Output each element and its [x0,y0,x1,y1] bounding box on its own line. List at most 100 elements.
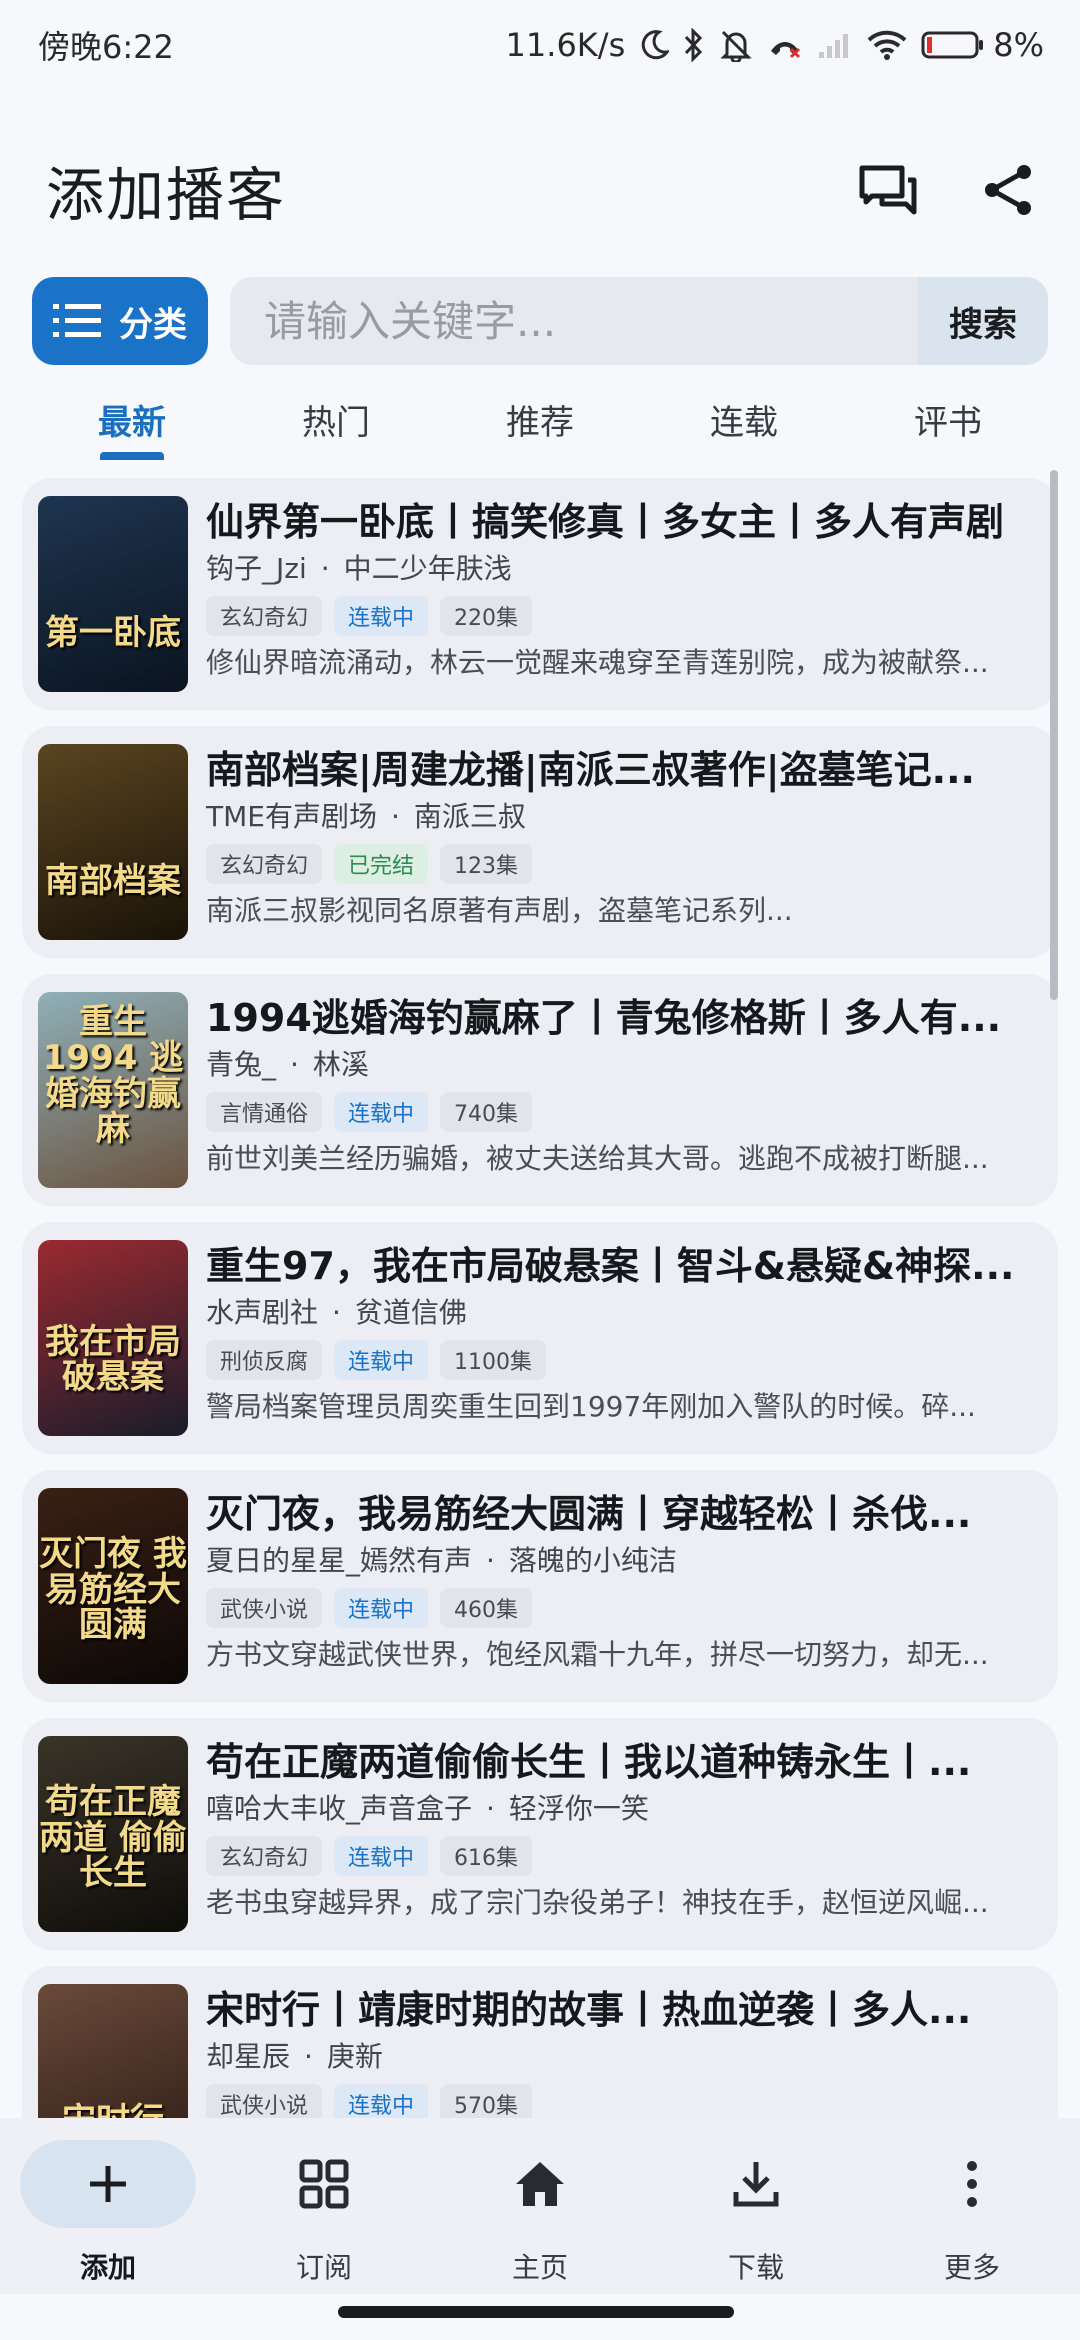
separator-dot: · [486,1544,495,1577]
cover-title-art: 南部档案 [45,861,181,902]
podcast-description: 修仙界暗流涌动，林云一觉醒来魂穿至青莲别院，成为被献祭... [206,646,989,679]
podcast-author: 贫道信佛 [354,1296,467,1329]
scrollbar-thumb[interactable] [1050,470,1058,1000]
call-blocked-icon [767,29,803,61]
podcast-card[interactable]: 重生1994 逃婚海钓赢麻 1994逃婚海钓赢麻了丨青兔修格斯丨多人有... 青兔_… [22,974,1058,1206]
podcast-title: 重生97，我在市局破悬案丨智斗&悬疑&神探... [206,1244,1015,1288]
nav-plus[interactable]: 添加 [18,2140,198,2294]
cover-image: 第一卧底 [38,496,188,692]
nav-more-vertical[interactable]: 更多 [882,2140,1062,2294]
genre-tag: 玄幻奇幻 [206,596,323,636]
genre-tag: 武侠小说 [206,2084,323,2118]
podcast-author: 轻浮你一笑 [508,1792,649,1825]
podcast-author: 庚新 [326,2040,383,2073]
podcast-info: 1994逃婚海钓赢麻了丨青兔修格斯丨多人有... 青兔_ · 林溪 言情通俗 连载中 740… [206,992,1036,1188]
nav-download[interactable]: 下载 [666,2140,846,2294]
podcast-meta: 青兔_ · 林溪 [206,1044,1036,1086]
podcast-meta: TME有声剧场 · 南派三叔 [206,796,1036,838]
category-button[interactable]: 分类 [32,277,208,365]
mute-bell-icon [719,28,753,62]
podcast-title: 宋时行丨靖康时期的故事丨热血逆袭丨多人... [206,1988,972,2032]
podcast-author: 南派三叔 [413,800,526,833]
podcast-description: 警局档案管理员周奕重生回到1997年刚加入警队的时候。碎... [206,1390,976,1423]
tab-3[interactable]: 连载 [642,378,846,460]
tab-bar: 最新 热门 推荐 连载 评书 [0,378,1080,460]
feedback-button[interactable] [856,158,920,222]
podcast-card[interactable]: 宋时行 宋时行丨靖康时期的故事丨热血逆袭丨多人... 却星辰 · 庚新武侠小说连载中 57… [22,1966,1058,2118]
nav-label: 订阅 [295,2251,352,2284]
podcast-info: 灭门夜，我易筋经大圆满丨穿越轻松丨杀伐... 夏日的星星_嫣然有声 · 落魄的小纯洁武… [206,1488,1036,1684]
status-tag: 连载中 [334,2084,429,2118]
podcast-host: 夏日的星星_嫣然有声 [206,1544,473,1577]
episode-count-tag: 220集 [440,596,533,636]
podcast-host: TME有声剧场 [206,800,377,833]
separator-dot: · [290,1048,299,1081]
cover-image: 南部档案 [38,744,188,940]
chat-icon [859,165,917,215]
search-button[interactable]: 搜索 [918,277,1048,365]
podcast-info: 仙界第一卧底丨搞笑修真丨多女主丨多人有声剧 钩子_Jzi · 中二少年肤浅 玄幻奇幻 连载… [206,496,1036,692]
status-tag: 已完结 [334,844,429,884]
podcast-author: 林溪 [312,1048,369,1081]
podcast-tags: 武侠小说 连载中 570集 [206,2084,1036,2118]
search-input[interactable] [230,277,918,365]
tab-1[interactable]: 热门 [234,378,438,460]
separator-dot: · [390,800,400,833]
podcast-info: 重生97，我在市局破悬案丨智斗&悬疑&神探... 水声剧社 · 贫道信佛 刑侦反腐 连载中… [206,1240,1036,1436]
tab-2[interactable]: 推荐 [438,378,642,460]
nav-label: 更多 [943,2251,1000,2284]
podcast-host: 却星辰 [206,2040,291,2073]
cover-image: 重生1994 逃婚海钓赢麻 [38,992,188,1188]
grid-icon [236,2140,412,2228]
podcast-title: 仙界第一卧底丨搞笑修真丨多女主丨多人有声剧 [206,500,1005,544]
podcast-author: 落魄的小纯洁 [508,1544,677,1577]
battery-icon [921,31,984,59]
podcast-tags: 武侠小说 连载中 460集 [206,1588,1036,1628]
separator-dot: · [332,1296,341,1329]
podcast-meta: 钩子_Jzi · 中二少年肤浅 [206,548,1036,590]
bluetooth-icon [683,28,705,62]
podcast-card[interactable]: 我在市局 破悬案 重生97，我在市局破悬案丨智斗&悬疑&神探... 水声剧社 · 贫道信… [22,1222,1058,1454]
battery-indicator: 8% [921,26,1044,64]
podcast-tags: 刑侦反腐 连载中 1100集 [206,1340,1036,1380]
cover-image: 宋时行 [38,1984,188,2118]
tab-0[interactable]: 最新 [30,378,234,460]
podcast-card[interactable]: 灭门夜 我易筋经大圆满 灭门夜，我易筋经大圆满丨穿越轻松丨杀伐... 夏日的星星_嫣… [22,1470,1058,1702]
podcast-description: 南派三叔影视同名原著有声剧，盗墓笔记系列... [206,894,793,927]
status-tag: 连载中 [334,1340,429,1380]
genre-tag: 刑侦反腐 [206,1340,323,1380]
podcast-host: 青兔_ [206,1048,277,1081]
share-button[interactable] [976,158,1040,222]
podcast-meta: 水声剧社 · 贫道信佛 [206,1292,1036,1334]
status-bar: 傍晚6:22 11.6K/s 8% [0,0,1080,90]
cover-title-art: 苟在正魔两道 偷偷长生 [39,1781,187,1894]
nav-label: 下载 [727,2251,784,2284]
nav-home[interactable]: 主页 [450,2140,630,2294]
more-vertical-icon [884,2140,1060,2228]
podcast-description: 方书文穿越武侠世界，饱经风霜十九年，拼尽一切努力，却无... [206,1638,989,1671]
cover-title-art: 重生1994 逃婚海钓赢麻 [42,1002,184,1150]
download-icon [668,2140,844,2228]
tab-4[interactable]: 评书 [846,378,1050,460]
genre-tag: 玄幻奇幻 [206,1836,323,1876]
podcast-description: 老书虫穿越异界，成了宗门杂役弟子！神技在手，赵恒逆风崛... [206,1886,989,1919]
category-label: 分类 [119,304,187,345]
search-row: 分类 搜索 [32,277,1048,365]
status-tag: 连载中 [334,1588,429,1628]
home-indicator[interactable] [338,2306,734,2318]
nav-grid[interactable]: 订阅 [234,2140,414,2294]
podcast-card[interactable]: 第一卧底 仙界第一卧底丨搞笑修真丨多女主丨多人有声剧 钩子_Jzi · 中二少年肤浅 玄幻… [22,478,1058,710]
genre-tag: 武侠小说 [206,1588,323,1628]
podcast-card[interactable]: 南部档案 南部档案|周建龙播|南派三叔著作|盗墓笔记... TME有声剧场 · 南派三叔… [22,726,1058,958]
cover-image: 苟在正魔两道 偷偷长生 [38,1736,188,1932]
podcast-meta: 嘻哈大丰收_声音盒子 · 轻浮你一笑 [206,1788,1036,1830]
podcast-list: 第一卧底 仙界第一卧底丨搞笑修真丨多女主丨多人有声剧 钩子_Jzi · 中二少年肤浅 玄幻… [22,478,1058,2118]
podcast-meta: 夏日的星星_嫣然有声 · 落魄的小纯洁 [206,1540,1036,1582]
moon-icon [639,29,670,61]
podcast-card[interactable]: 苟在正魔两道 偷偷长生 苟在正魔两道偷偷长生丨我以道种铸永生丨... 嘻哈大丰收_声… [22,1718,1058,1950]
cover-image: 我在市局 破悬案 [38,1240,188,1436]
cover-title-art: 灭门夜 我易筋经大圆满 [39,1533,187,1646]
status-tag: 连载中 [334,596,429,636]
signal-icon [817,30,853,60]
podcast-info: 南部档案|周建龙播|南派三叔著作|盗墓笔记... TME有声剧场 · 南派三叔 玄幻奇幻… [206,744,1036,940]
